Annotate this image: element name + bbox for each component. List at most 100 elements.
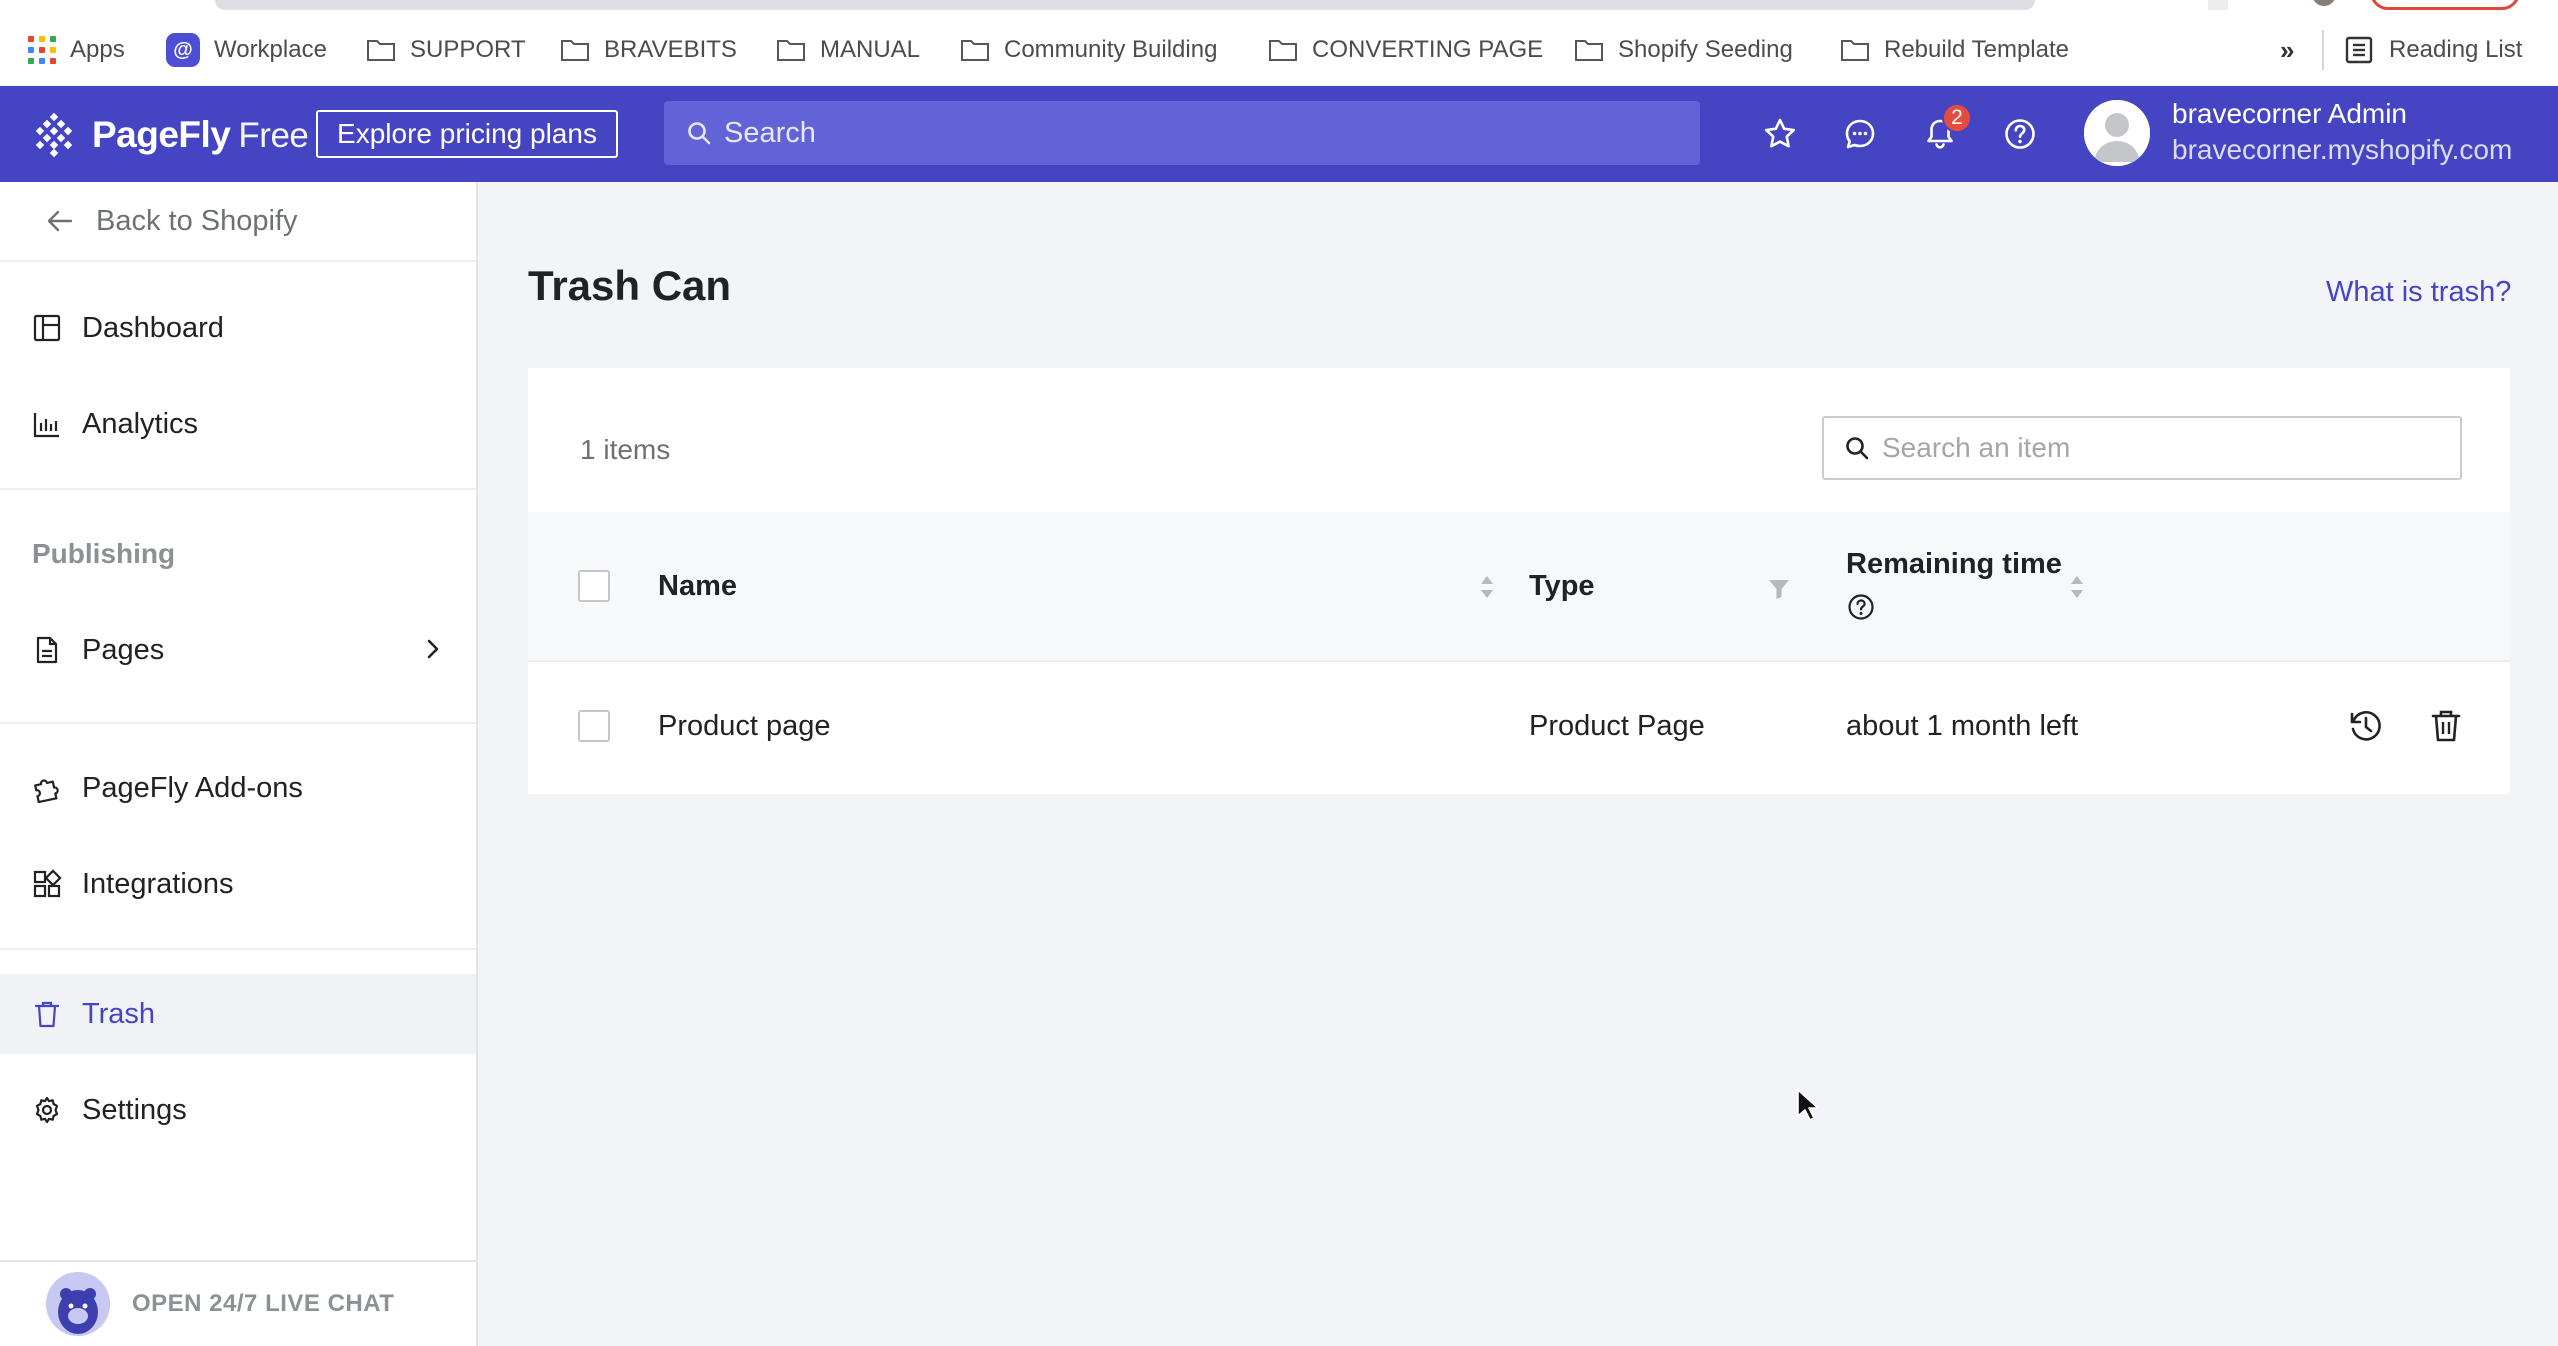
bookmark-manual[interactable]: MANUAL: [776, 30, 920, 70]
sidebar-item-integrations[interactable]: Integrations: [0, 844, 476, 924]
pagefly-logo[interactable]: PageFly Free: [30, 110, 309, 160]
folder-icon: [1574, 38, 1604, 62]
mouse-cursor: [1796, 1088, 1820, 1122]
items-count: 1 items: [580, 434, 671, 465]
sidebar-item-label: Trash: [82, 997, 156, 1030]
back-to-shopify-label: Back to Shopify: [96, 204, 298, 237]
sidebar-item-dashboard[interactable]: Dashboard: [0, 288, 476, 368]
help-circle-icon[interactable]: [1846, 592, 1876, 622]
item-search-field[interactable]: [1822, 416, 2462, 480]
folder-icon: [776, 38, 806, 62]
arrow-left-icon: [47, 210, 73, 232]
folder-icon: [560, 38, 590, 62]
bookmark-support[interactable]: SUPPORT: [366, 30, 526, 70]
table-row: Product page Product Page about 1 month …: [528, 662, 2510, 792]
bookmark-converting-page[interactable]: CONVERTING PAGE: [1268, 30, 1543, 70]
bookmark-community-building[interactable]: Community Building: [960, 30, 1217, 70]
column-header-remaining-time[interactable]: Remaining time: [1846, 548, 2062, 581]
bookmark-label: Shopify Seeding: [1618, 36, 1793, 63]
row-name: Product page: [658, 710, 831, 742]
sidebar-divider: [0, 722, 476, 724]
support-mascot-icon: [46, 1272, 110, 1336]
bookmark-workplace[interactable]: @ Workplace: [166, 30, 327, 70]
sidebar-section-publishing: Publishing: [32, 538, 176, 569]
reading-list-label: Reading List: [2389, 36, 2523, 63]
help-circle-icon: [2005, 119, 2035, 149]
bookmarks-overflow-button[interactable]: »: [2280, 30, 2294, 70]
column-header-type: Type: [1529, 570, 1595, 602]
dashboard-icon: [33, 314, 61, 342]
live-chat-label: OPEN 24/7 LIVE CHAT: [132, 1290, 395, 1317]
reading-list-button[interactable]: Reading List: [2345, 30, 2522, 70]
bookmark-label: Workplace: [214, 36, 327, 63]
tab-edge: [2208, 0, 2228, 10]
restore-button[interactable]: [2348, 708, 2384, 744]
live-chat-button[interactable]: OPEN 24/7 LIVE CHAT: [0, 1260, 476, 1346]
sort-icon[interactable]: [2068, 572, 2086, 602]
plan-label: Free: [238, 116, 309, 155]
sidebar-item-label: Pages: [82, 633, 165, 666]
sidebar-item-pages[interactable]: Pages: [0, 610, 476, 690]
folder-icon: [1840, 38, 1870, 62]
item-search-input[interactable]: [1882, 432, 2442, 464]
global-search[interactable]: [664, 101, 1700, 165]
sidebar-item-label: Integrations: [82, 867, 234, 900]
apps-grid-outline-icon: [33, 869, 62, 898]
search-icon: [688, 122, 711, 145]
bookmarks-bar: Apps @ Workplace SUPPORT BRAVEBITS MANUA…: [0, 0, 2558, 85]
pagefly-logo-icon: [30, 111, 78, 159]
row-remaining-time: about 1 month left: [1846, 710, 2079, 742]
star-icon: [1764, 118, 1796, 148]
app-header: PageFlyFree Explore pricing plans 2 brav…: [0, 86, 2558, 182]
trash-card: 1 items Name Type Remaining time Product…: [528, 368, 2510, 794]
bookmark-label: Rebuild Template: [1884, 36, 2070, 63]
brand-name: PageFly Free: [92, 114, 309, 156]
messages-button[interactable]: [1840, 114, 1880, 154]
apps-grid-icon: [28, 36, 56, 64]
bookmark-label: MANUAL: [820, 36, 921, 63]
explore-pricing-button[interactable]: Explore pricing plans: [316, 110, 618, 158]
profile-avatar-edge[interactable]: [2312, 0, 2336, 6]
column-header-name[interactable]: Name: [658, 570, 737, 603]
delete-permanently-button[interactable]: [2428, 708, 2464, 744]
update-button-edge[interactable]: [2370, 0, 2520, 10]
bookmarks-separator: [2322, 30, 2324, 70]
row-type: Product Page: [1529, 710, 1705, 742]
bookmark-rebuild-template[interactable]: Rebuild Template: [1840, 30, 2069, 70]
reading-list-icon: [2345, 36, 2373, 64]
sidebar-item-label: Analytics: [82, 407, 199, 440]
global-search-input[interactable]: [724, 116, 1624, 150]
row-checkbox[interactable]: [578, 710, 610, 742]
sidebar-divider: [0, 948, 476, 950]
folder-icon: [960, 38, 990, 62]
user-name[interactable]: bravecorner Admin: [2172, 98, 2407, 130]
sidebar-item-settings[interactable]: Settings: [0, 1070, 476, 1150]
user-silhouette-icon: [2084, 100, 2150, 166]
what-is-trash-link[interactable]: What is trash?: [2326, 276, 2511, 309]
bookmark-label: SUPPORT: [410, 36, 526, 63]
sidebar-item-addons[interactable]: PageFly Add-ons: [0, 748, 476, 828]
page-title: Trash Can: [528, 262, 732, 309]
bookmark-shopify-seeding[interactable]: Shopify Seeding: [1574, 30, 1793, 70]
sort-icon[interactable]: [1478, 572, 1496, 602]
filter-icon[interactable]: [1768, 578, 1790, 600]
help-button[interactable]: [2000, 114, 2040, 154]
user-avatar[interactable]: [2084, 100, 2150, 166]
trash-icon: [2431, 710, 2461, 742]
favorites-button[interactable]: [1760, 114, 1800, 154]
bookmark-label: CONVERTING PAGE: [1312, 36, 1544, 63]
bookmark-apps[interactable]: Apps: [28, 30, 125, 70]
folder-icon: [1268, 38, 1298, 62]
select-all-checkbox[interactable]: [578, 570, 610, 602]
sidebar-item-label: Dashboard: [82, 311, 224, 344]
bookmark-label: Apps: [70, 36, 125, 63]
address-bar-edge: [215, 0, 2035, 10]
sidebar-item-label: PageFly Add-ons: [82, 771, 303, 804]
sidebar-item-trash[interactable]: Trash: [0, 974, 476, 1054]
back-to-shopify-link[interactable]: Back to Shopify: [0, 182, 476, 262]
sidebar-item-analytics[interactable]: Analytics: [0, 384, 476, 464]
notifications-button[interactable]: 2: [1920, 103, 1972, 154]
sidebar-item-label: Settings: [82, 1093, 187, 1126]
bookmark-bravebits[interactable]: BRAVEBITS: [560, 30, 737, 70]
chevron-right-icon: [420, 636, 446, 662]
